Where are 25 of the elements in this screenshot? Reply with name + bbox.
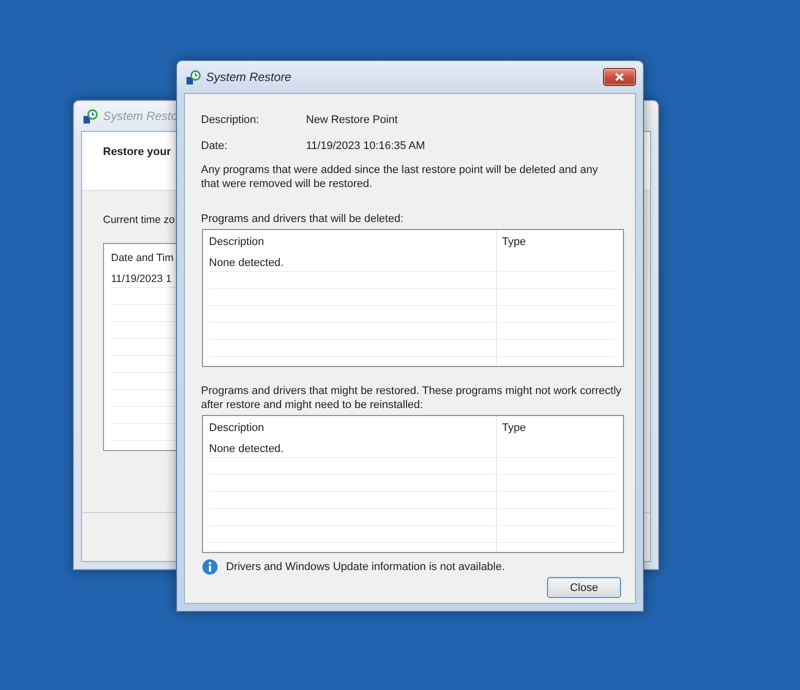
column-header: Date and Tim [111,251,174,265]
table-cell: None detected. [209,256,284,270]
field-value: New Restore Point [306,113,398,127]
window-close-button[interactable] [603,68,636,86]
column-header: Type [501,421,526,435]
section-label: Programs and drivers that will be deleted: [201,212,404,226]
clock-icon [83,108,98,124]
time-zone-label: Current time zo [103,213,175,227]
description-text: Any programs that were added since the last restore point will be deleted and any that were removed will be restored. [201,163,599,191]
info-message: Drivers and Windows Update information is not available. [226,560,505,574]
list-cell[interactable]: 11/19/2023 1 [111,272,172,286]
clock-icon [186,70,201,84]
column-header: Description [208,421,264,435]
table-cell: None detected. [209,442,284,456]
section-label: Programs and drivers that might be restored. These programs might not work correctly after restore and might need to be reinstalled: [201,384,622,412]
info-icon [202,559,218,575]
close-icon [615,73,624,81]
page-heading: Restore your [103,146,171,158]
field-label: Date: [201,139,228,153]
field-value: 11/19/2023 10:16:35 AM [306,139,426,153]
column-header: Type [501,235,526,249]
close-button[interactable]: Close [547,577,621,598]
column-header: Description [208,235,264,249]
window-title: System Restore [206,70,292,84]
field-label: Description: [201,113,260,127]
